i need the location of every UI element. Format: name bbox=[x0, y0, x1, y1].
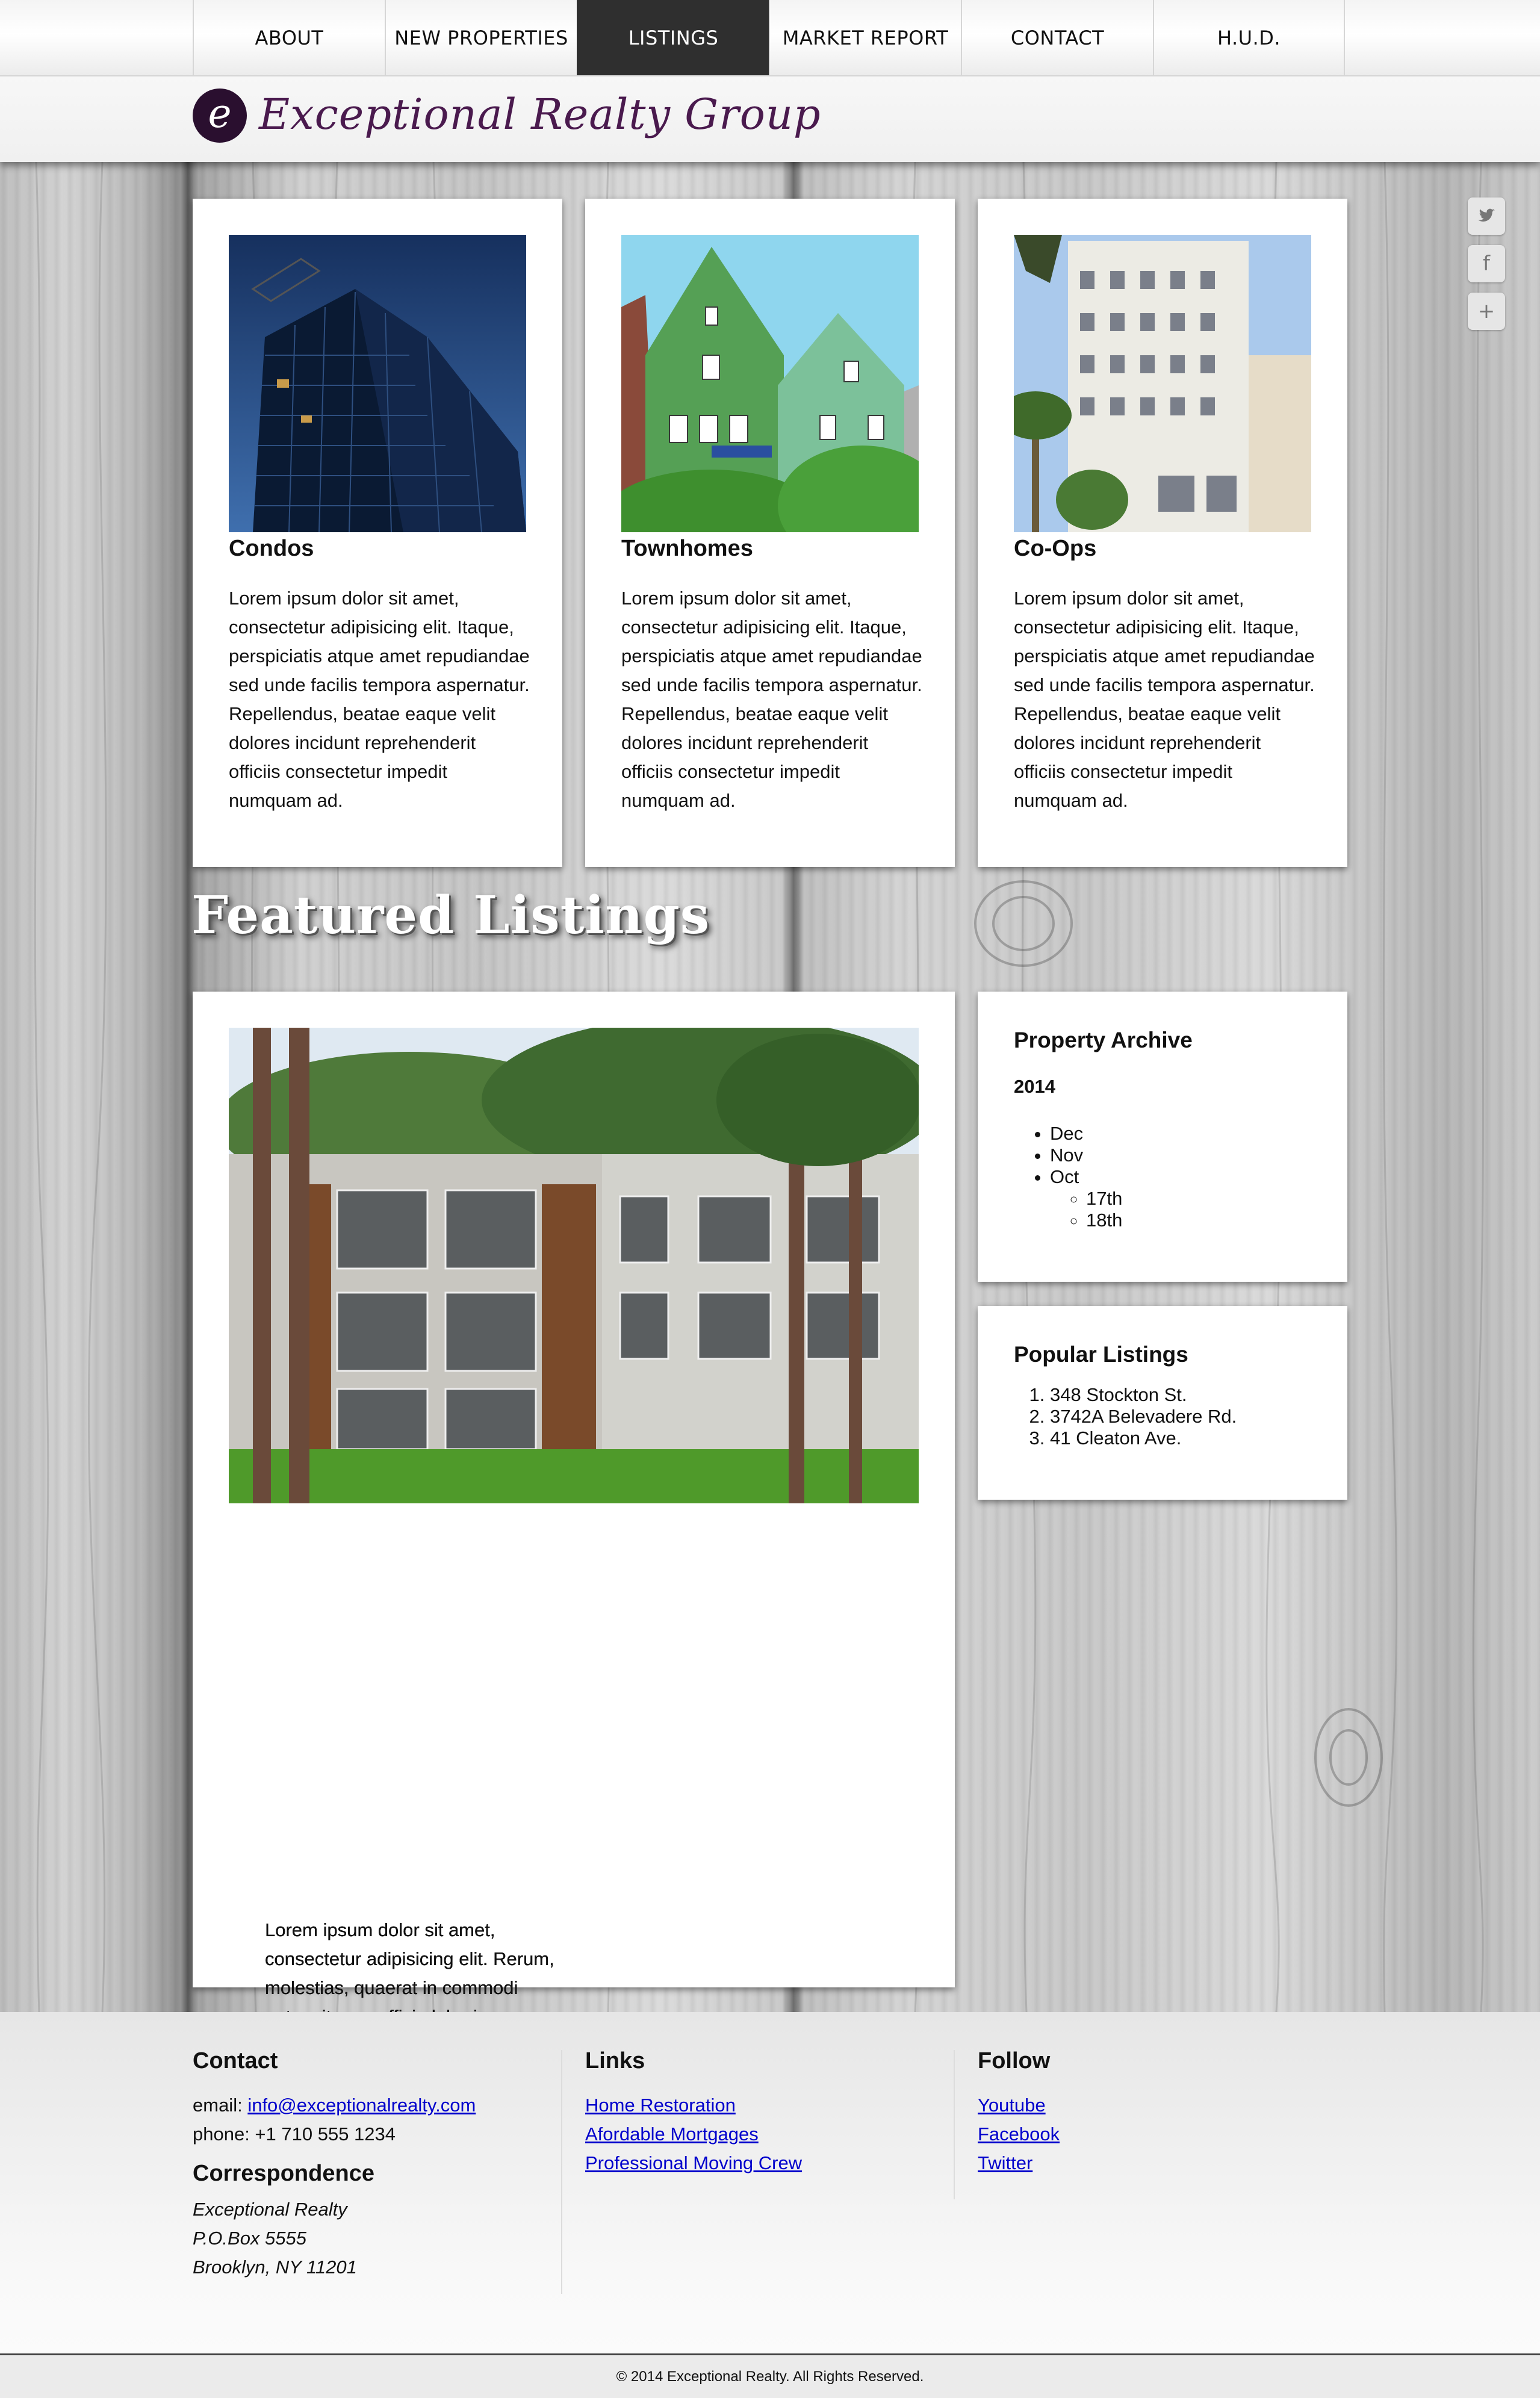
archive-day-item[interactable]: 18th bbox=[1086, 1210, 1122, 1231]
footer-email-label: email: bbox=[193, 2095, 248, 2116]
archive-title: Property Archive bbox=[1014, 1028, 1193, 1052]
footer-divider bbox=[954, 2050, 955, 2199]
footer-links-title: Links bbox=[585, 2048, 645, 2073]
twitter-icon[interactable] bbox=[1468, 197, 1505, 235]
plus-glyph: + bbox=[1477, 299, 1495, 323]
archive-days: 17th 18th bbox=[1050, 1188, 1122, 1231]
logo-bar: e Exceptional Realty Group bbox=[0, 76, 1540, 162]
card-title-coops: Co-Ops bbox=[1014, 536, 1097, 561]
card-text-townhomes: Lorem ipsum dolor sit amet, consectetur … bbox=[621, 588, 922, 811]
facebook-icon[interactable]: f bbox=[1468, 245, 1505, 282]
nav-contact[interactable]: CONTACT bbox=[961, 0, 1153, 75]
logo-icon[interactable]: e bbox=[193, 89, 247, 143]
copyright-bar: © 2014 Exceptional Realty. All Rights Re… bbox=[0, 2353, 1540, 2398]
apartment-among-pines-photo[interactable] bbox=[229, 1028, 919, 1503]
archive-months: Dec Nov Oct 17th 18th bbox=[1014, 1123, 1122, 1231]
nav-about[interactable]: ABOUT bbox=[193, 0, 385, 75]
archive-month-label[interactable]: Oct bbox=[1050, 1166, 1079, 1187]
footer-address-line: Exceptional Realty bbox=[193, 2199, 347, 2220]
footer-address-line: Brooklyn, NY 11201 bbox=[193, 2257, 357, 2278]
footer-email-line: email: info@exceptionalrealty.com bbox=[193, 2091, 476, 2120]
footer-contact-title: Contact bbox=[193, 2048, 278, 2073]
footer-phone: phone: +1 710 555 1234 bbox=[193, 2123, 396, 2145]
archive-day-item[interactable]: 17th bbox=[1086, 1188, 1122, 1210]
property-archive-widget: Property Archive 2014 Dec Nov Oct 17th 1… bbox=[978, 992, 1347, 1282]
footer: Contact email: info@exceptionalrealty.co… bbox=[0, 2012, 1540, 2353]
nav-new-properties[interactable]: NEW PROPERTIES bbox=[385, 0, 577, 75]
property-card-townhomes: Townhomes Lorem ipsum dolor sit amet, co… bbox=[585, 199, 955, 867]
site-title[interactable]: Exceptional Realty Group bbox=[259, 90, 821, 139]
footer-link[interactable]: Home Restoration bbox=[585, 2095, 736, 2116]
footer-divider bbox=[561, 2050, 562, 2294]
footer-correspondence-title: Correspondence bbox=[193, 2161, 374, 2186]
twitter-bird-glyph bbox=[1478, 208, 1495, 222]
archive-month-item[interactable]: Dec bbox=[1050, 1123, 1122, 1145]
nav-market-report[interactable]: MARKET REPORT bbox=[769, 0, 961, 75]
popular-title: Popular Listings bbox=[1014, 1342, 1188, 1367]
card-title-condos: Condos bbox=[229, 536, 314, 561]
featured-heading: Featured Listings bbox=[191, 885, 710, 946]
card-text-coops: Lorem ipsum dolor sit amet, consectetur … bbox=[1014, 588, 1315, 811]
popular-item[interactable]: 348 Stockton St. bbox=[1050, 1384, 1237, 1406]
copyright-text: © 2014 Exceptional Realty. All Rights Re… bbox=[616, 2368, 924, 2385]
logo-letter: e bbox=[208, 90, 232, 137]
footer-follow-title: Follow bbox=[978, 2048, 1051, 2073]
popular-list: 348 Stockton St. 3742A Belevadere Rd. 41… bbox=[1014, 1384, 1237, 1449]
footer-follow-link[interactable]: Twitter bbox=[978, 2152, 1032, 2173]
footer-link[interactable]: Professional Moving Crew bbox=[585, 2152, 802, 2173]
popular-item[interactable]: 41 Cleaton Ave. bbox=[1050, 1427, 1237, 1449]
footer-links-column: Links Home Restoration Afordable Mortgag… bbox=[585, 2048, 802, 2178]
archive-year[interactable]: 2014 bbox=[1014, 1076, 1055, 1098]
property-card-condos: Condos Lorem ipsum dolor sit amet, conse… bbox=[193, 199, 562, 867]
footer-follow-column: Follow Youtube Facebook Twitter bbox=[978, 2048, 1060, 2178]
footer-follow-link[interactable]: Facebook bbox=[978, 2123, 1060, 2145]
white-apartment-building-photo[interactable] bbox=[1014, 235, 1311, 532]
nav-listings[interactable]: LISTINGS bbox=[577, 0, 769, 75]
plus-icon[interactable]: + bbox=[1468, 293, 1505, 330]
popular-item[interactable]: 3742A Belevadere Rd. bbox=[1050, 1406, 1237, 1427]
nav-hud[interactable]: H.U.D. bbox=[1153, 0, 1345, 75]
archive-month-item[interactable]: Nov bbox=[1050, 1145, 1122, 1166]
green-townhouses-photo[interactable] bbox=[621, 235, 919, 532]
facebook-f-glyph: f bbox=[1483, 252, 1490, 276]
archive-month-item: Oct 17th 18th bbox=[1050, 1166, 1122, 1231]
nav-menu: ABOUT NEW PROPERTIES LISTINGS MARKET REP… bbox=[193, 0, 1345, 75]
property-card-coops: Co-Ops Lorem ipsum dolor sit amet, conse… bbox=[978, 199, 1347, 867]
footer-email-link[interactable]: info@exceptionalrealty.com bbox=[247, 2095, 476, 2116]
footer-follow-link[interactable]: Youtube bbox=[978, 2095, 1046, 2116]
popular-listings-widget: Popular Listings 348 Stockton St. 3742A … bbox=[978, 1306, 1347, 1500]
featured-listing-card: Lorem ipsum dolor sit amet, consectetur … bbox=[193, 992, 955, 2114]
footer-link[interactable]: Afordable Mortgages bbox=[585, 2123, 759, 2145]
glass-tower-photo[interactable] bbox=[229, 235, 526, 532]
footer-address-line: P.O.Box 5555 bbox=[193, 2228, 307, 2249]
top-nav: ABOUT NEW PROPERTIES LISTINGS MARKET REP… bbox=[0, 0, 1540, 76]
card-title-townhomes: Townhomes bbox=[621, 536, 753, 561]
card-text-condos: Lorem ipsum dolor sit amet, consectetur … bbox=[229, 588, 530, 811]
footer-contact-column: Contact email: info@exceptionalrealty.co… bbox=[193, 2048, 476, 2282]
